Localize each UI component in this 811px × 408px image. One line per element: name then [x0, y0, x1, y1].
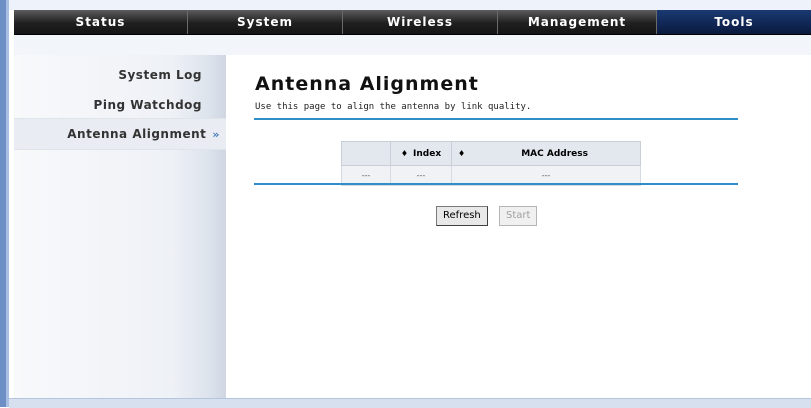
divider-bottom: [254, 183, 738, 185]
refresh-button[interactable]: Refresh: [436, 206, 488, 226]
sidebar: System Log Ping Watchdog Antenna Alignme…: [14, 55, 226, 398]
nav-status[interactable]: Status: [14, 10, 188, 34]
nav-wireless[interactable]: Wireless: [343, 10, 498, 34]
nav-spacer: [14, 35, 811, 55]
sidebar-item-label: Ping Watchdog: [93, 98, 202, 112]
left-edge-bar: [0, 0, 9, 407]
sidebar-item-label: Antenna Alignment: [67, 127, 207, 141]
sidebar-item-system-log[interactable]: System Log: [14, 60, 226, 90]
antenna-table: ♦ Index ♦ MAC Address --- --- ---: [341, 141, 641, 186]
start-button[interactable]: Start: [499, 206, 538, 226]
sidebar-item-antenna-alignment[interactable]: Antenna Alignment »: [14, 118, 226, 150]
table-header-index[interactable]: ♦ Index: [390, 141, 452, 166]
header-label: MAC Address: [521, 148, 588, 159]
nav-management[interactable]: Management: [498, 10, 657, 34]
top-frame: [9, 0, 811, 10]
sort-icon: ♦: [400, 148, 409, 158]
active-arrow-icon: »: [212, 128, 220, 141]
nav-tools[interactable]: Tools: [657, 10, 811, 34]
page-title: Antenna Alignment: [255, 73, 479, 95]
page-description: Use this page to align the antenna by li…: [255, 102, 532, 112]
nav-system[interactable]: System: [188, 10, 343, 34]
sidebar-item-label: System Log: [118, 68, 202, 82]
top-navigation: Status System Wireless Management Tools: [14, 10, 811, 35]
divider-top: [254, 118, 738, 120]
sort-icon: ♦: [458, 148, 466, 158]
header-label: Index: [413, 148, 442, 159]
table-header-mac-address[interactable]: ♦ MAC Address: [451, 141, 641, 166]
sidebar-item-ping-watchdog[interactable]: Ping Watchdog: [14, 90, 226, 120]
table-header-blank: [341, 141, 391, 166]
